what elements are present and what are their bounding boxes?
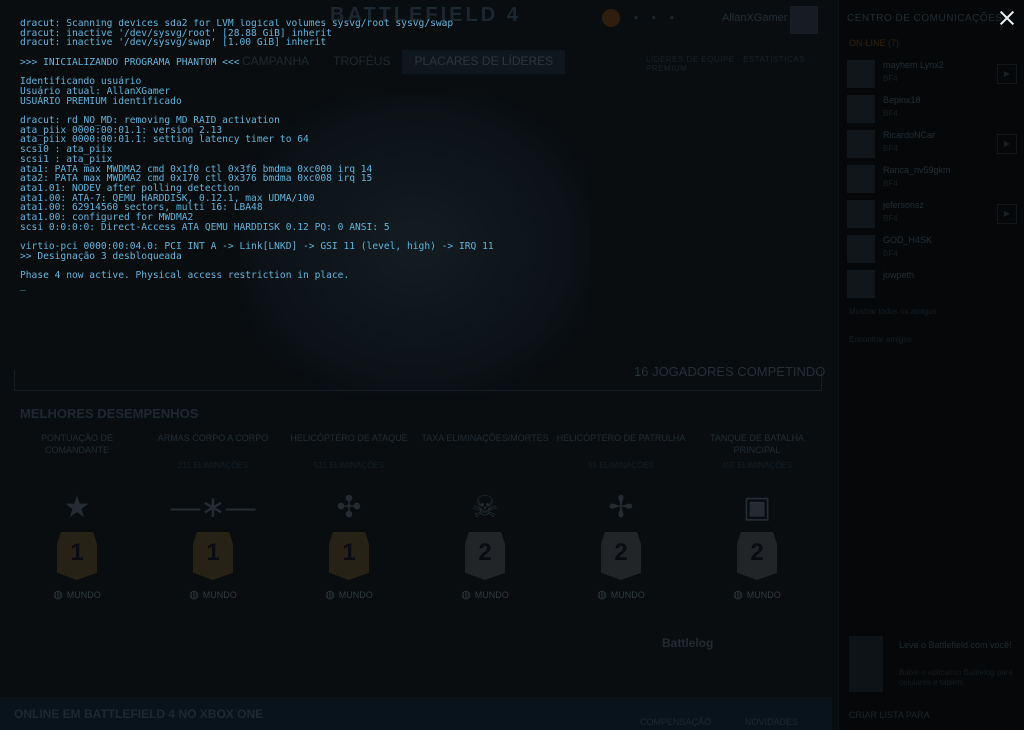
terminal-line: _ xyxy=(20,279,26,291)
page: BATTLEFIELD 4 ▪▪▪ AllanXGamer CAMPANHA T… xyxy=(0,0,1024,730)
terminal-output: dracut: Scanning devices sda2 for LVM lo… xyxy=(20,19,580,299)
terminal-line: Phase 4 now active. Physical access rest… xyxy=(20,270,350,282)
terminal-line: USUÁRIO PREMIUM identificado xyxy=(20,95,182,107)
terminal-line: dracut: inactive '/dev/sysvg/swap' [1.00… xyxy=(20,37,327,49)
terminal-line: scsi 0:0:0:0: Direct-Access ATA QEMU HAR… xyxy=(20,221,390,233)
terminal-line: >> Designação 3 desbloqueada xyxy=(20,250,182,262)
terminal-line: >>> INICIALIZANDO PROGRAMA PHANTOM <<< xyxy=(20,56,240,68)
close-icon[interactable] xyxy=(998,9,1016,27)
